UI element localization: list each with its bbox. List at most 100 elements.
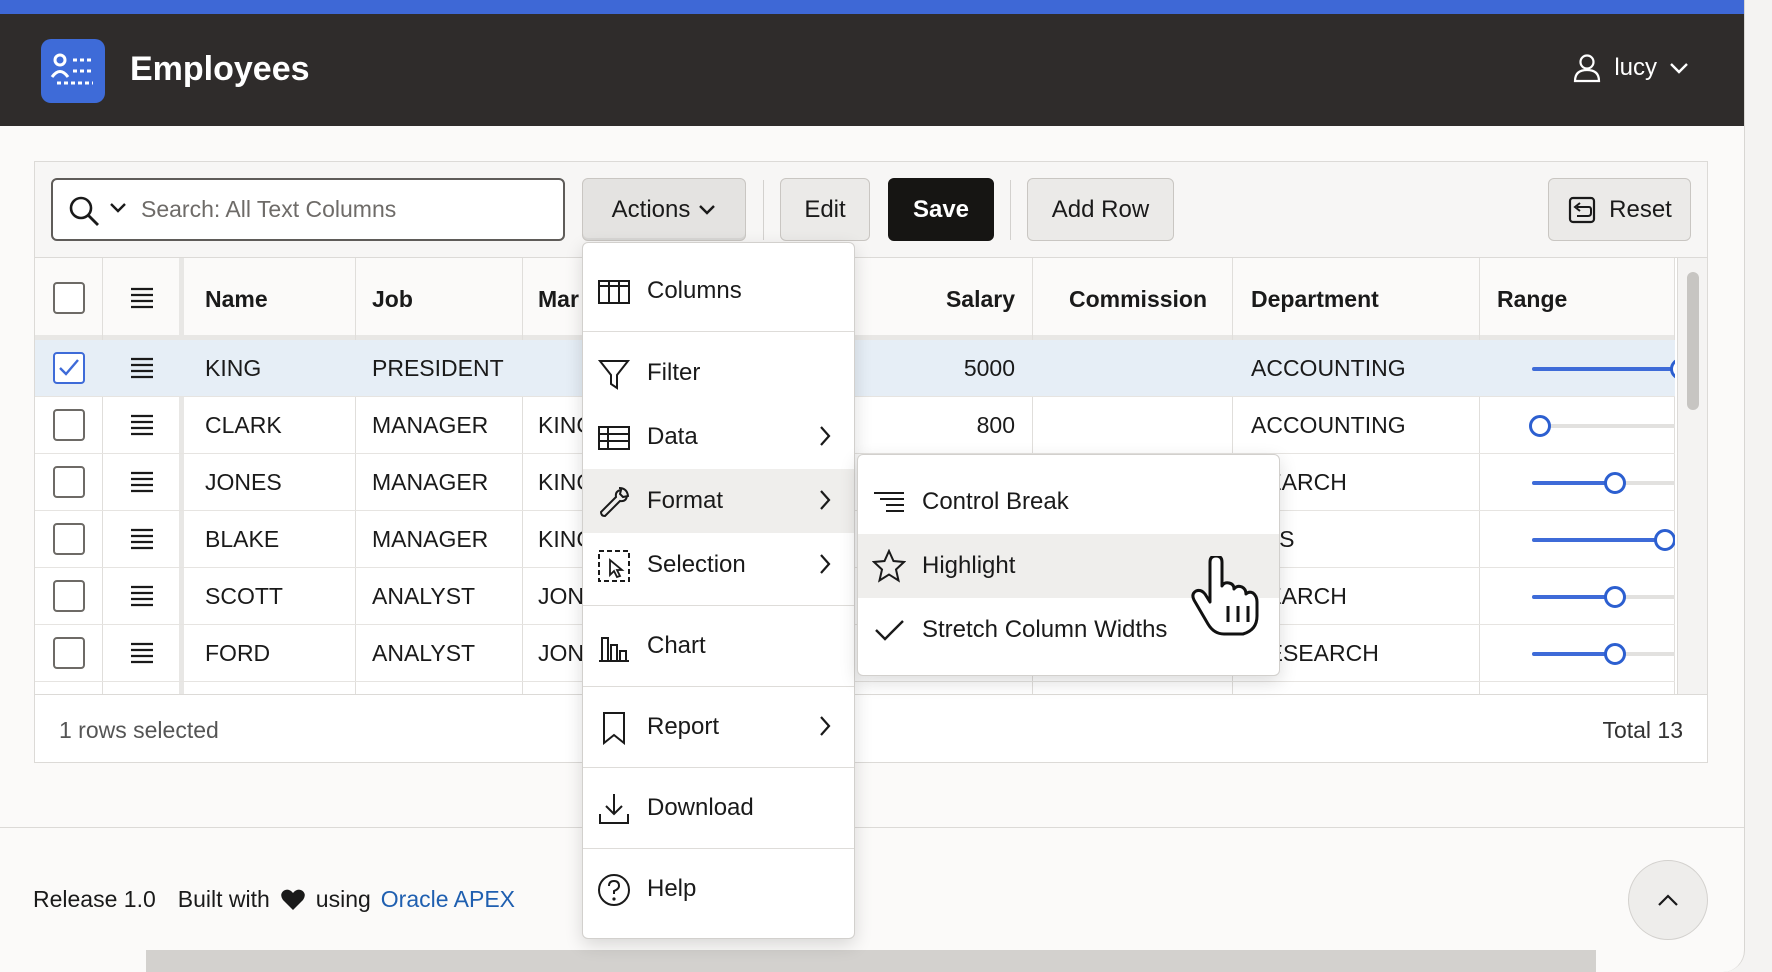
footer-divider: [0, 827, 1744, 828]
range-slider-fill: [1532, 595, 1616, 599]
cell-job[interactable]: ANALYST: [372, 568, 475, 625]
cell-name[interactable]: SCOTT: [205, 568, 283, 625]
menu-item-label: Chart: [647, 632, 706, 659]
range-slider-handle[interactable]: [1653, 529, 1675, 551]
cell-job[interactable]: MANAGER: [372, 454, 488, 511]
column-header-range[interactable]: Range: [1497, 258, 1567, 340]
actions-label: Actions: [611, 195, 691, 223]
row-checkbox[interactable]: [53, 523, 85, 555]
menu-item-report[interactable]: Report: [583, 695, 854, 759]
edit-button[interactable]: Edit: [780, 178, 870, 241]
range-slider-handle[interactable]: [1529, 415, 1551, 437]
column-header-name[interactable]: Name: [205, 258, 268, 340]
column-header-department[interactable]: Department: [1251, 258, 1379, 340]
row-checkbox[interactable]: [53, 352, 85, 384]
grid-scrollbar[interactable]: [1677, 258, 1707, 694]
cell-department[interactable]: ACCOUNTING: [1251, 340, 1406, 397]
menu-lines-icon: [131, 287, 153, 309]
cell-name[interactable]: KING: [205, 340, 261, 397]
range-slider-fill: [1532, 367, 1675, 371]
cell-name[interactable]: CLARK: [205, 397, 282, 454]
row-checkbox[interactable]: [53, 580, 85, 612]
grid-footer: 1 rows selected Total 13: [35, 694, 1707, 762]
menu-item-chart[interactable]: Chart: [583, 614, 854, 678]
menu-item-label: Columns: [647, 277, 742, 304]
row-actions-menu-icon[interactable]: [129, 413, 155, 437]
data-table-icon: [598, 426, 630, 450]
submenu-item-control-break[interactable]: Control Break: [858, 470, 1279, 534]
row-actions-menu-icon[interactable]: [129, 470, 155, 494]
row-actions-menu-icon[interactable]: [129, 584, 155, 608]
menu-item-filter[interactable]: Filter: [583, 341, 854, 405]
app-logo-icon[interactable]: [41, 39, 105, 103]
page-footer: Release 1.0 Built with using Oracle APEX: [33, 886, 515, 913]
range-slider-handle[interactable]: [1604, 643, 1627, 665]
menu-item-label: Format: [647, 487, 724, 514]
format-submenu: Control Break Highlight Stretch Column W…: [857, 454, 1280, 676]
save-button[interactable]: Save: [888, 178, 994, 241]
row-actions-menu-icon[interactable]: [129, 641, 155, 665]
row-actions-menu-icon[interactable]: [129, 527, 155, 551]
scroll-to-top-button[interactable]: [1628, 860, 1708, 940]
cell-department[interactable]: ACCOUNTING: [1251, 397, 1406, 454]
range-slider-handle[interactable]: [1604, 586, 1627, 608]
cell-name[interactable]: JONES: [205, 454, 282, 511]
table-row[interactable]: CLARK MANAGER KING 800 ACCOUNTING: [35, 397, 1675, 454]
menu-item-selection[interactable]: Selection: [583, 533, 854, 597]
table-row[interactable]: SCOTT ANALYST JON SEARCH: [35, 568, 1675, 625]
cell-name[interactable]: FORD: [205, 625, 270, 682]
reset-button[interactable]: Reset: [1548, 178, 1691, 241]
toolbar-divider: [1010, 180, 1011, 240]
menu-separator: [583, 605, 854, 606]
cell-job[interactable]: MANAGER: [372, 397, 488, 454]
select-all-checkbox[interactable]: [53, 282, 85, 314]
wrench-icon: [599, 487, 630, 518]
range-slider-handle[interactable]: [1604, 472, 1627, 494]
submenu-item-highlight[interactable]: Highlight: [858, 534, 1279, 598]
row-actions-menu-icon[interactable]: [129, 356, 155, 380]
actions-button[interactable]: Actions: [582, 178, 746, 241]
submenu-item-label: Control Break: [922, 488, 1069, 515]
table-row[interactable]: KING PRESIDENT 5000 ACCOUNTING: [35, 340, 1675, 397]
using-text: using: [315, 886, 371, 912]
column-header-commission[interactable]: Commission: [1069, 258, 1207, 340]
range-slider[interactable]: [1532, 643, 1675, 665]
search-input[interactable]: [141, 186, 551, 232]
add-row-button[interactable]: Add Row: [1027, 178, 1174, 241]
table-row[interactable]: FORDANALYSTJON3000RESEARCH: [35, 625, 1675, 682]
star-icon: [872, 549, 906, 583]
range-slider[interactable]: [1532, 529, 1675, 551]
search-box[interactable]: [51, 178, 565, 241]
selection-count: 1 rows selected: [59, 717, 219, 743]
chevron-up-icon: [1658, 894, 1678, 906]
range-slider[interactable]: [1532, 586, 1675, 608]
range-slider[interactable]: [1532, 358, 1675, 380]
menu-item-download[interactable]: Download: [583, 776, 854, 840]
cell-job[interactable]: MANAGER: [372, 511, 488, 568]
cell-name[interactable]: BLAKE: [205, 511, 279, 568]
heart-icon: [281, 889, 305, 910]
chevron-right-icon: [820, 554, 831, 574]
cell-job[interactable]: ANALYST: [372, 625, 475, 682]
table-row[interactable]: BLAKEMANAGERKINGLES: [35, 511, 1675, 568]
row-checkbox[interactable]: [53, 637, 85, 669]
actions-menu: Columns Filter Data Format Selection Cha…: [582, 242, 855, 939]
range-slider[interactable]: [1532, 472, 1675, 494]
menu-item-columns[interactable]: Columns: [583, 259, 854, 323]
scrollbar-thumb[interactable]: [1687, 272, 1699, 410]
row-checkbox[interactable]: [53, 409, 85, 441]
menu-item-data[interactable]: Data: [583, 405, 854, 469]
cell-job[interactable]: PRESIDENT: [372, 340, 504, 397]
submenu-item-stretch-column-widths[interactable]: Stretch Column Widths: [858, 598, 1279, 662]
menu-item-format[interactable]: Format: [583, 469, 854, 533]
search-icon[interactable]: [67, 194, 101, 228]
oracle-apex-link[interactable]: Oracle APEX: [381, 886, 515, 913]
range-slider-handle[interactable]: [1669, 358, 1675, 380]
menu-item-help[interactable]: Help: [583, 857, 854, 921]
user-menu[interactable]: lucy: [1572, 53, 1689, 83]
range-slider[interactable]: [1529, 415, 1675, 437]
table-row[interactable]: JONES MANAGER KING SEARCH: [35, 454, 1675, 511]
column-header-job[interactable]: Job: [372, 258, 413, 340]
chevron-down-icon[interactable]: [109, 202, 127, 214]
row-checkbox[interactable]: [53, 466, 85, 498]
